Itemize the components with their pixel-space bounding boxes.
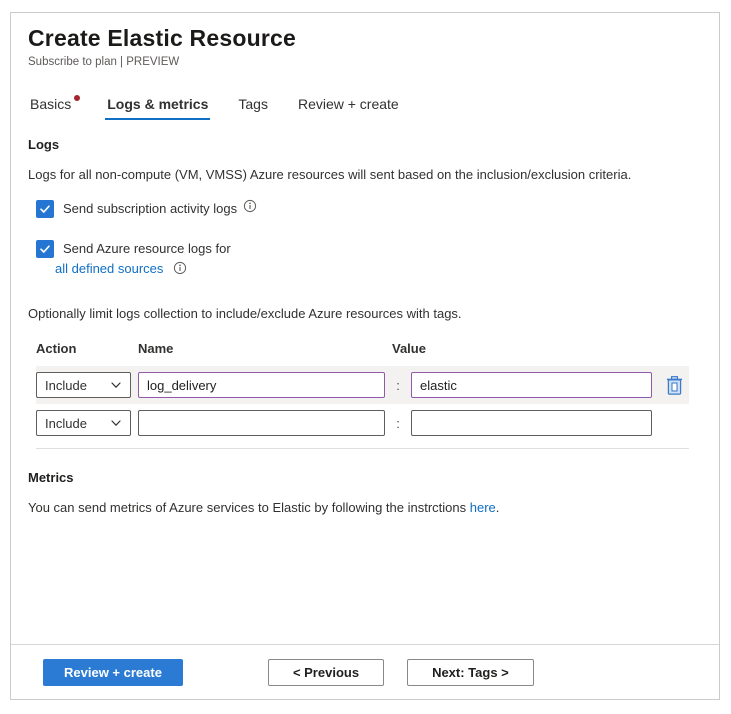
tag-row: Include :: [36, 404, 689, 442]
panel-content: Create Elastic Resource Subscribe to pla…: [11, 13, 719, 644]
action-select-value: Include: [45, 378, 87, 393]
tab-basics[interactable]: Basics: [28, 96, 79, 120]
delete-row-button[interactable]: [659, 375, 689, 396]
column-header-action: Action: [36, 341, 131, 356]
tab-logs-metrics[interactable]: Logs & metrics: [105, 96, 210, 120]
metrics-section-heading: Metrics: [28, 470, 689, 485]
previous-button[interactable]: < Previous: [268, 659, 384, 686]
action-select[interactable]: Include: [36, 410, 131, 436]
tab-review-create-label: Review + create: [298, 96, 399, 112]
next-tags-button[interactable]: Next: Tags >: [407, 659, 534, 686]
table-divider: [36, 448, 689, 449]
action-select[interactable]: Include: [36, 372, 131, 398]
resource-logs-row: Send Azure resource logs for: [36, 239, 689, 258]
tag-name-input[interactable]: [138, 410, 385, 436]
column-header-value: Value: [392, 341, 652, 356]
tag-name-input[interactable]: [138, 372, 385, 398]
tags-hint: Optionally limit logs collection to incl…: [28, 306, 689, 321]
activity-logs-checkbox[interactable]: [36, 200, 54, 218]
column-header-name: Name: [138, 341, 385, 356]
review-create-button[interactable]: Review + create: [43, 659, 183, 686]
tag-filter-table: Action Name Value Include :: [36, 341, 689, 449]
colon-separator: :: [392, 416, 404, 431]
metrics-description: You can send metrics of Azure services t…: [28, 500, 689, 515]
logs-section-heading: Logs: [28, 137, 689, 152]
tag-value-input[interactable]: [411, 372, 652, 398]
tab-tags[interactable]: Tags: [236, 96, 270, 120]
resource-logs-label: Send Azure resource logs for: [63, 239, 231, 258]
tab-review-create[interactable]: Review + create: [296, 96, 401, 120]
chevron-down-icon: [110, 417, 122, 429]
tab-bar: Basics Logs & metrics Tags Review + crea…: [28, 96, 689, 120]
tab-logs-metrics-label: Logs & metrics: [107, 96, 208, 112]
activity-logs-label: Send subscription activity logs: [63, 199, 237, 218]
logs-description: Logs for all non-compute (VM, VMSS) Azur…: [28, 167, 689, 182]
info-icon[interactable]: [173, 261, 187, 280]
tab-basics-label: Basics: [30, 96, 71, 112]
action-select-value: Include: [45, 416, 87, 431]
page-subtitle: Subscribe to plan | PREVIEW: [28, 56, 689, 68]
info-icon[interactable]: [243, 199, 257, 218]
tab-tags-label: Tags: [238, 96, 268, 112]
trash-icon: [664, 375, 685, 396]
activity-logs-row: Send subscription activity logs: [36, 199, 689, 218]
tag-row: Include :: [36, 366, 689, 404]
all-defined-sources-link[interactable]: all defined sources: [55, 261, 163, 276]
resource-logs-sources-line: all defined sources: [55, 260, 689, 280]
metrics-description-period: .: [496, 500, 500, 515]
wizard-footer: Review + create < Previous Next: Tags >: [11, 644, 719, 699]
colon-separator: :: [392, 378, 404, 393]
chevron-down-icon: [110, 379, 122, 391]
check-icon: [39, 203, 51, 215]
create-elastic-resource-panel: Create Elastic Resource Subscribe to pla…: [10, 12, 720, 700]
page-title: Create Elastic Resource: [28, 25, 689, 52]
check-icon: [39, 243, 51, 255]
metrics-description-text: You can send metrics of Azure services t…: [28, 500, 470, 515]
tag-value-input[interactable]: [411, 410, 652, 436]
incomplete-dot-icon: [74, 95, 80, 101]
resource-logs-checkbox[interactable]: [36, 240, 54, 258]
metrics-here-link[interactable]: here: [470, 500, 496, 515]
tag-table-header: Action Name Value: [36, 341, 689, 356]
